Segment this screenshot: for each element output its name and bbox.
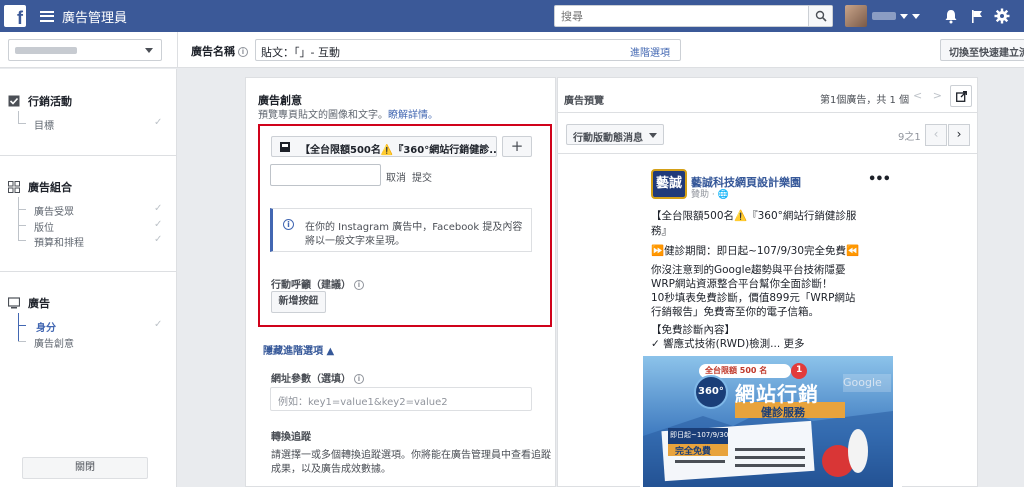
info-icon[interactable]: i <box>354 280 364 290</box>
more-icon[interactable]: ••• <box>868 172 891 187</box>
check-icon: ✓ <box>154 234 163 245</box>
tracking-description: 請選擇一或多個轉換追蹤選項。你將能在廣告管理員中查看追蹤 <box>271 450 551 461</box>
checkbox-icon <box>8 95 20 107</box>
sidebar-item-objective[interactable]: 目標 <box>34 117 54 132</box>
sidebar-section-ad[interactable]: 廣告 <box>7 295 50 311</box>
tracking-label: 轉換追蹤 <box>271 432 311 443</box>
cancel-link[interactable]: 取消 <box>386 169 406 184</box>
post-id-input[interactable] <box>270 164 381 186</box>
sidebar-section-campaign[interactable]: 行銷活動 <box>8 93 72 109</box>
add-button[interactable]: 新增按鈕 <box>271 291 326 313</box>
instagram-notice: i 在你的 Instagram 廣告中，Facebook 提及內容 將以一般文字… <box>270 208 532 252</box>
chevron-down-icon[interactable] <box>900 14 908 19</box>
preview-count: 第1個廣告，共 1 個 <box>820 95 910 106</box>
post-text-line: 【免費診斷內容】 <box>651 324 735 336</box>
chevron-down-icon <box>480 145 488 150</box>
menu-icon[interactable] <box>40 10 54 22</box>
chevron-down-icon <box>145 48 153 53</box>
avatar[interactable] <box>845 5 867 27</box>
advanced-options-link[interactable]: 進階選項 <box>630 44 670 59</box>
post-text-line: WRP網站資源整合平台幫你全面診斷！ <box>651 278 833 290</box>
bell-icon[interactable] <box>942 7 960 25</box>
chevron-left-icon[interactable]: < <box>913 89 922 102</box>
banner-date: 即日起~107/9/30 <box>670 431 729 439</box>
add-post-button[interactable]: + <box>502 136 532 157</box>
banner-headline: 網站行銷 <box>735 382 819 406</box>
sidebar-item-budget[interactable]: 預算和排程 <box>34 234 84 249</box>
post-text-line: 務』 <box>651 225 672 237</box>
ad-name-label: 廣告名稱 i <box>191 43 248 59</box>
search-input[interactable] <box>555 6 808 26</box>
learn-more-link[interactable]: 瞭解詳情。 <box>388 110 438 121</box>
more-icon[interactable]: ··· <box>510 215 521 229</box>
info-icon[interactable]: i <box>354 374 364 384</box>
check-icon: ✓ <box>154 203 163 214</box>
sidebar-item-identity[interactable]: 身分 <box>36 319 56 334</box>
sidebar: 行銷活動 目標 ✓ 廣告組合 廣告受眾 ✓ 版位 ✓ 預算和排程 ✓ 廣告 身分… <box>0 69 177 487</box>
post-text-line: ✓ 響應式技術(RWD)檢測... 更多 <box>651 338 805 350</box>
chevron-down-icon[interactable] <box>912 14 920 19</box>
submit-link[interactable]: 提交 <box>412 169 432 184</box>
preview-arrows[interactable]: < > <box>913 89 942 102</box>
check-icon: ✓ <box>154 219 163 230</box>
info-icon: i <box>283 219 294 230</box>
ad-name-value: 貼文：「」- 互動 <box>261 46 340 59</box>
info-icon[interactable]: i <box>238 47 248 57</box>
app-title: 廣告管理員 <box>62 10 128 26</box>
sidebar-item-placement[interactable]: 版位 <box>34 219 54 234</box>
chevron-right-icon[interactable]: > <box>933 89 942 102</box>
post-text-line: ⏩健診期間：即日起~107/9/30完全免費⏪ <box>651 245 860 257</box>
top-bar: f 廣告管理員 <box>0 0 1024 32</box>
chevron-down-icon <box>649 133 657 138</box>
quick-create-button[interactable]: 切換至快速建立流 <box>940 39 1024 61</box>
check-icon: ✓ <box>154 319 163 330</box>
post-text-line: 10秒填表免費診斷，價值899元「WRP網站 <box>651 292 856 304</box>
banner-circle: 360° <box>698 386 724 397</box>
sponsored-label: 贊助 · 🌐 <box>691 190 729 200</box>
sidebar-item-creative[interactable]: 廣告創意 <box>34 335 74 350</box>
tracking-description-2: 成果，以及廣告成效數據。 <box>271 464 391 475</box>
preview-page-indicator: 9之1 <box>898 132 921 143</box>
check-icon: ✓ <box>154 117 163 128</box>
post-text-line: 【全台限額500名⚠️『360°網站行銷健診服 <box>651 210 857 222</box>
banner-google: Google <box>843 376 882 389</box>
flag-icon[interactable] <box>968 7 986 25</box>
sidebar-section-adset[interactable]: 廣告組合 <box>8 179 72 195</box>
post-text-line: 行銷報告」免費寄至你的電子信箱。 <box>651 306 819 318</box>
floppy-icon <box>280 142 290 152</box>
placement-select[interactable]: 行動版動態消息 <box>566 124 664 145</box>
banner-badge: 全台限額 500 名 <box>705 366 768 375</box>
search-icon[interactable] <box>808 6 832 26</box>
ad-account-select[interactable] <box>8 39 162 61</box>
close-button[interactable]: 關閉 <box>22 457 148 479</box>
preview-title: 廣告預覽 <box>564 96 604 107</box>
chevron-left-icon[interactable]: ‹ <box>925 124 947 146</box>
page-logo: 藝誠 <box>651 169 687 199</box>
post-text-line: 你沒注意到的Google趨勢與平台技術隱憂 <box>651 264 846 276</box>
section-description: 預覽專頁貼文的圖像和文字。瞭解詳情。 <box>258 110 438 121</box>
ad-name-input[interactable]: 貼文：「」- 互動 進階選項 <box>255 39 681 61</box>
cta-label: 行動呼籲（建議） i <box>271 276 364 291</box>
facebook-logo[interactable]: f <box>4 5 26 27</box>
banner-badge-num: 1 <box>796 365 803 375</box>
sub-header: 廣告名稱 i 貼文：「」- 互動 進階選項 切換至快速建立流 <box>0 32 1024 68</box>
url-params-input[interactable]: 例如：key1=value1&key2=value2 <box>270 387 532 411</box>
external-link-icon[interactable] <box>950 85 972 107</box>
ad-image[interactable]: 全台限額 500 名 1 360° 網站行銷 健診服務 Google 即日起~1… <box>643 356 893 487</box>
banner-free: 完全免費 <box>675 447 712 457</box>
url-params-label: 網址參數（選填） i <box>271 370 364 385</box>
banner-subhead: 健診服務 <box>761 406 805 419</box>
grid-icon <box>8 181 20 193</box>
post-select[interactable]: 【全台限額500名⚠️『360°網站行銷健診... <box>271 136 497 157</box>
account-name[interactable] <box>872 12 896 20</box>
gear-icon[interactable] <box>993 7 1011 25</box>
chevron-right-icon[interactable]: › <box>948 124 970 146</box>
sidebar-item-audience[interactable]: 廣告受眾 <box>34 203 74 218</box>
search-box[interactable] <box>554 5 833 27</box>
monitor-icon <box>7 297 21 309</box>
hide-advanced-link[interactable]: 隱藏進階選項 ▲ <box>263 342 334 357</box>
